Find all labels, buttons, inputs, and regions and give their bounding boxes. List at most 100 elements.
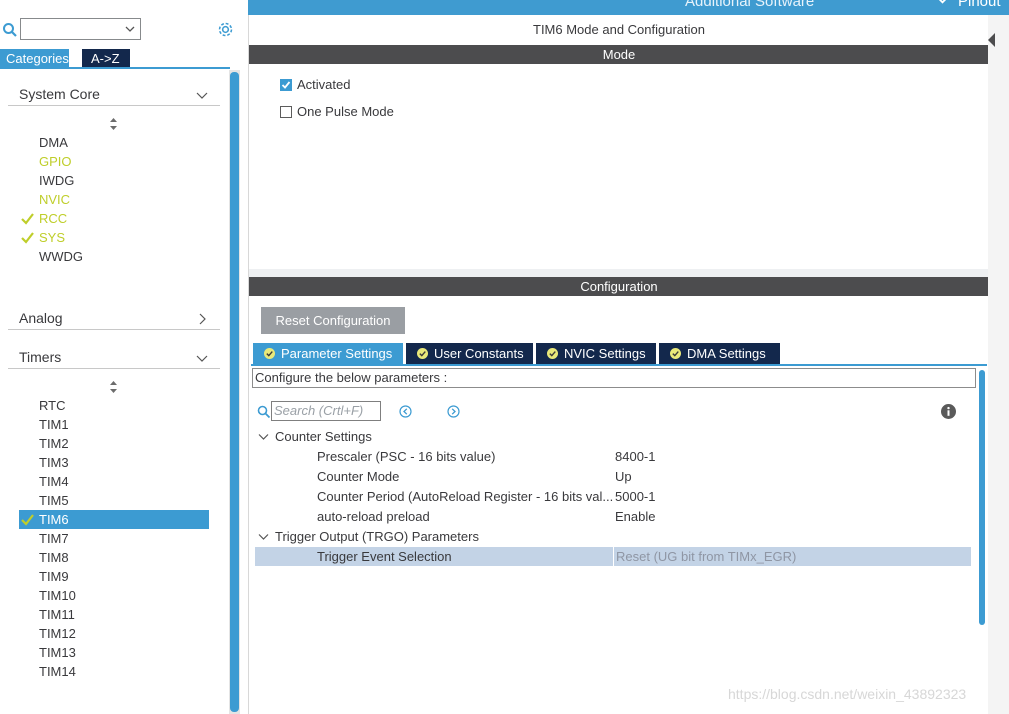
- peripheral-tim9[interactable]: TIM9: [39, 569, 69, 584]
- chevron-down-icon: [196, 355, 208, 362]
- panel-divider: [249, 269, 989, 277]
- activated-checkbox[interactable]: [280, 79, 292, 91]
- ok-icon: [264, 348, 275, 359]
- group-trigger-output[interactable]: Trigger Output (TRGO) Parameters: [255, 527, 971, 546]
- gear-icon[interactable]: [216, 20, 235, 39]
- tab-underline: [0, 67, 230, 69]
- peripheral-tim2[interactable]: TIM2: [39, 436, 69, 451]
- peripheral-rcc[interactable]: RCC: [39, 211, 67, 226]
- info-icon[interactable]: [941, 404, 956, 419]
- ok-icon: [547, 348, 558, 359]
- param-value[interactable]: Reset (UG bit from TIMx_EGR): [613, 547, 796, 566]
- previous-result-icon[interactable]: [399, 405, 412, 418]
- parameter-search-input[interactable]: Search (Crtl+F): [271, 401, 381, 421]
- ok-icon: [670, 348, 681, 359]
- activated-label[interactable]: Activated: [297, 77, 350, 92]
- peripheral-tim8[interactable]: TIM8: [39, 550, 69, 565]
- tab-label: NVIC Settings: [564, 346, 646, 361]
- peripheral-nvic[interactable]: NVIC: [39, 192, 70, 207]
- param-name: auto-reload preload: [317, 509, 430, 524]
- param-row[interactable]: Counter Period (AutoReload Register - 16…: [255, 487, 971, 506]
- configure-hint-box: Configure the below parameters :: [252, 368, 976, 388]
- reset-configuration-button[interactable]: Reset Configuration: [261, 307, 405, 334]
- section-label: Analog: [19, 310, 63, 326]
- sort-icon[interactable]: [109, 381, 118, 393]
- top-strip: Additional Software Pinout: [0, 0, 1009, 15]
- page-title: TIM6 Mode and Configuration: [533, 22, 705, 37]
- peripheral-tim12[interactable]: TIM12: [39, 626, 76, 641]
- tabs-underline: [251, 364, 987, 366]
- group-label: Trigger Output (TRGO) Parameters: [275, 529, 479, 544]
- sort-icon[interactable]: [109, 118, 118, 130]
- check-icon: [21, 232, 34, 244]
- peripheral-iwdg[interactable]: IWDG: [39, 173, 74, 188]
- param-value[interactable]: 5000-1: [615, 487, 655, 506]
- mode-bar: Mode: [249, 45, 989, 64]
- peripheral-sys[interactable]: SYS: [39, 230, 65, 245]
- chevron-down-icon[interactable]: [258, 431, 269, 442]
- left-scrollbar[interactable]: [229, 70, 240, 714]
- right-panel: TIM6 Mode and Configuration Mode Activat…: [248, 15, 989, 714]
- check-icon: [21, 213, 34, 225]
- check-icon: [281, 81, 291, 89]
- chevron-down-icon: [196, 92, 208, 99]
- group-counter-settings[interactable]: Counter Settings: [255, 427, 971, 446]
- chevron-down-icon[interactable]: [125, 24, 135, 34]
- tab-nvic-settings[interactable]: NVIC Settings: [536, 343, 656, 364]
- search-icon[interactable]: [257, 405, 271, 419]
- scrollbar-thumb[interactable]: [230, 72, 239, 712]
- section-analog[interactable]: Analog: [8, 307, 220, 330]
- tab-user-constants[interactable]: User Constants: [406, 343, 533, 364]
- scrollbar-thumb[interactable]: [979, 370, 985, 625]
- collapse-arrow-icon[interactable]: [988, 33, 996, 47]
- one-pulse-mode-label[interactable]: One Pulse Mode: [297, 104, 394, 119]
- section-system-core[interactable]: System Core: [8, 83, 220, 106]
- peripheral-tim6[interactable]: TIM6: [39, 512, 69, 527]
- section-label: Timers: [19, 349, 62, 365]
- menu-additional-software[interactable]: Additional Software: [685, 0, 814, 10]
- peripheral-tim4[interactable]: TIM4: [39, 474, 69, 489]
- peripheral-tim13[interactable]: TIM13: [39, 645, 76, 660]
- param-name: Trigger Event Selection: [317, 549, 452, 564]
- mode-area: Activated One Pulse Mode: [249, 64, 989, 269]
- peripheral-tim14[interactable]: TIM14: [39, 664, 76, 679]
- peripheral-tim11[interactable]: TIM11: [39, 607, 75, 622]
- peripheral-wwdg[interactable]: WWDG: [39, 249, 83, 264]
- chevron-down-icon[interactable]: [258, 531, 269, 542]
- param-value[interactable]: Enable: [615, 507, 655, 526]
- next-result-icon[interactable]: [447, 405, 460, 418]
- one-pulse-mode-checkbox[interactable]: [280, 106, 292, 118]
- peripheral-gpio[interactable]: GPIO: [39, 154, 72, 169]
- menu-pinout[interactable]: Pinout: [958, 0, 1001, 10]
- param-name: Counter Period (AutoReload Register - 16…: [317, 489, 614, 504]
- peripheral-tim7[interactable]: TIM7: [39, 531, 69, 546]
- param-row-selected[interactable]: Trigger Event Selection Reset (UG bit fr…: [255, 547, 971, 566]
- peripheral-tim1[interactable]: TIM1: [39, 417, 69, 432]
- param-value[interactable]: 8400-1: [615, 447, 655, 466]
- tab-a-to-z[interactable]: A->Z: [82, 49, 130, 68]
- search-combo-input[interactable]: [20, 18, 141, 40]
- param-row[interactable]: auto-reload preload Enable: [255, 507, 971, 526]
- search-icon[interactable]: [2, 22, 18, 38]
- group-label: Counter Settings: [275, 429, 372, 444]
- section-label: System Core: [19, 86, 100, 102]
- configuration-bar: Configuration: [249, 277, 989, 296]
- param-row[interactable]: Counter Mode Up: [255, 467, 971, 486]
- peripheral-rtc[interactable]: RTC: [39, 398, 65, 413]
- right-scrollbar[interactable]: [977, 370, 987, 714]
- peripheral-tim5[interactable]: TIM5: [39, 493, 69, 508]
- check-icon: [21, 514, 34, 526]
- param-value[interactable]: Up: [615, 467, 632, 486]
- top-menu-bar: Additional Software Pinout: [248, 0, 1009, 15]
- tab-label: User Constants: [434, 346, 524, 361]
- ok-icon: [417, 348, 428, 359]
- section-timers[interactable]: Timers: [8, 346, 220, 369]
- param-name: Prescaler (PSC - 16 bits value): [317, 449, 496, 464]
- peripheral-dma[interactable]: DMA: [39, 135, 68, 150]
- tab-dma-settings[interactable]: DMA Settings: [659, 343, 780, 364]
- peripheral-tim3[interactable]: TIM3: [39, 455, 69, 470]
- peripheral-tim10[interactable]: TIM10: [39, 588, 76, 603]
- param-row[interactable]: Prescaler (PSC - 16 bits value) 8400-1: [255, 447, 971, 466]
- tab-categories[interactable]: Categories: [0, 49, 69, 68]
- tab-parameter-settings[interactable]: Parameter Settings: [253, 343, 403, 364]
